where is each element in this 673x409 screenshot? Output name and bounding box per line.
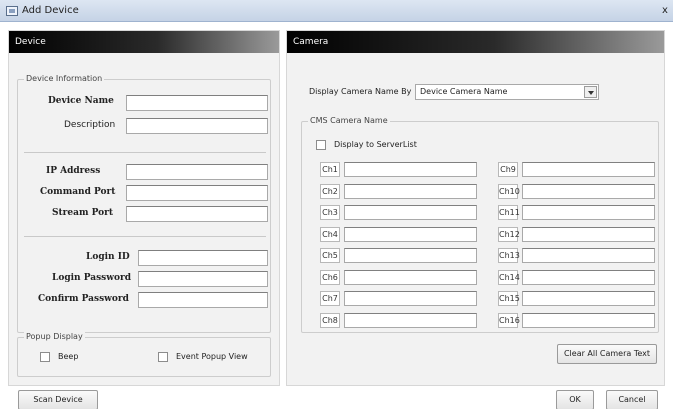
clear-camera-text-button[interactable]: Clear All Camera Text — [557, 344, 657, 364]
device-information-group: Device Information Device Name Descripti… — [17, 74, 271, 333]
ip-address-label: IP Address — [46, 166, 101, 176]
camera-panel: Camera Display Camera Name By Device Cam… — [286, 30, 665, 386]
stream-port-field[interactable] — [126, 206, 268, 222]
description-label: Description — [64, 120, 116, 130]
stream-port-label: Stream Port — [52, 208, 114, 218]
cancel-button[interactable]: Cancel — [606, 390, 658, 409]
close-button[interactable]: x — [662, 5, 668, 16]
channel-name-field-right-7[interactable] — [522, 291, 655, 306]
separator — [24, 236, 266, 237]
device-name-label: Device Name — [48, 96, 114, 106]
channel-label-right-2: Ch10 — [498, 183, 520, 199]
command-port-field[interactable] — [126, 185, 268, 201]
channel-name-field-left-8[interactable] — [344, 312, 477, 328]
channel-label-right-6: Ch14 — [498, 269, 520, 285]
channel-label-left-4: Ch4 — [320, 226, 340, 242]
window-icon — [6, 6, 18, 16]
cms-camera-name-group: CMS Camera Name Display to ServerList Ch… — [301, 116, 659, 333]
login-id-label: Login ID — [86, 252, 130, 262]
channel-label-left-5: Ch5 — [320, 248, 340, 263]
channel-name-field-left-6[interactable] — [344, 269, 477, 285]
confirm-password-label: Confirm Password — [38, 294, 129, 304]
description-field[interactable] — [126, 118, 268, 134]
cms-camera-name-title: CMS Camera Name — [308, 116, 390, 125]
device-name-field[interactable] — [126, 95, 268, 111]
login-password-label: Login Password — [52, 273, 131, 283]
channel-name-field-right-3[interactable] — [522, 205, 655, 220]
ok-button[interactable]: OK — [556, 390, 594, 409]
device-panel-header: Device — [9, 31, 279, 53]
login-id-field[interactable] — [138, 250, 268, 266]
channel-name-field-right-1[interactable] — [522, 162, 655, 177]
channel-label-left-1: Ch1 — [320, 162, 340, 177]
device-panel: Device Device Information Device Name De… — [8, 30, 280, 386]
channel-label-left-3: Ch3 — [320, 205, 340, 220]
channel-label-left-8: Ch8 — [320, 312, 340, 328]
popup-display-title: Popup Display — [24, 332, 85, 341]
login-password-field[interactable] — [138, 271, 268, 287]
title-bar: Add Device x — [0, 0, 673, 22]
channel-name-field-left-5[interactable] — [344, 248, 477, 263]
scan-device-button[interactable]: Scan Device — [18, 390, 98, 409]
channel-label-left-6: Ch6 — [320, 269, 340, 285]
channel-name-field-right-5[interactable] — [522, 248, 655, 263]
channel-label-right-3: Ch11 — [498, 205, 520, 220]
device-information-title: Device Information — [24, 74, 105, 83]
channel-name-field-left-2[interactable] — [344, 183, 477, 199]
ip-address-field[interactable] — [126, 164, 268, 180]
channel-label-left-2: Ch2 — [320, 183, 340, 199]
channel-label-right-8: Ch16 — [498, 312, 520, 328]
event-popup-label: Event Popup View — [176, 352, 248, 361]
channel-name-field-left-7[interactable] — [344, 291, 477, 306]
window-title: Add Device — [22, 5, 79, 16]
command-port-label: Command Port — [40, 187, 116, 197]
channel-name-field-right-8[interactable] — [522, 312, 655, 328]
channel-label-right-5: Ch13 — [498, 248, 520, 263]
channel-name-field-right-4[interactable] — [522, 226, 655, 242]
channel-name-field-left-4[interactable] — [344, 226, 477, 242]
display-serverlist-label: Display to ServerList — [334, 140, 417, 149]
beep-label: Beep — [58, 352, 79, 361]
channel-name-field-left-1[interactable] — [344, 162, 477, 177]
channel-label-right-7: Ch15 — [498, 291, 520, 306]
channel-label-right-1: Ch9 — [498, 162, 518, 177]
display-by-select[interactable]: Device Camera Name — [415, 84, 599, 100]
display-by-label: Display Camera Name By — [309, 87, 412, 96]
display-by-value: Device Camera Name — [420, 87, 508, 96]
separator — [24, 152, 266, 153]
device-panel-title: Device — [15, 37, 46, 47]
channel-name-field-right-6[interactable] — [522, 269, 655, 285]
channel-label-right-4: Ch12 — [498, 226, 520, 242]
popup-display-group: Popup Display Beep Event Popup View — [17, 332, 271, 377]
confirm-password-field[interactable] — [138, 292, 268, 308]
event-popup-checkbox[interactable] — [158, 352, 168, 362]
channel-name-field-right-2[interactable] — [522, 183, 655, 199]
channel-name-field-left-3[interactable] — [344, 205, 477, 220]
camera-panel-title: Camera — [293, 37, 329, 47]
display-serverlist-checkbox[interactable] — [316, 140, 326, 150]
channel-label-left-7: Ch7 — [320, 291, 340, 306]
camera-panel-header: Camera — [287, 31, 664, 53]
chevron-down-icon[interactable] — [584, 86, 597, 98]
beep-checkbox[interactable] — [40, 352, 50, 362]
